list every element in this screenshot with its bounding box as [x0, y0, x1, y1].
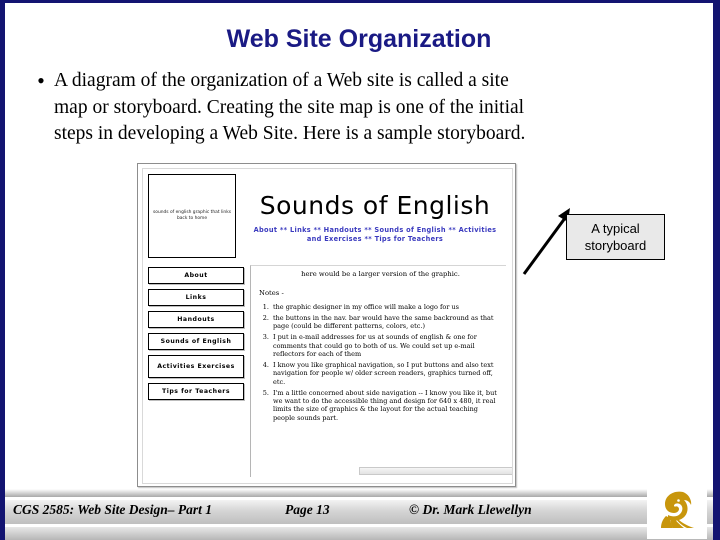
footer-course-label: CGS 2585: Web Site Design– Part 1: [13, 502, 213, 517]
storyboard-button-handouts: Handouts: [148, 311, 244, 328]
bullet-line-2: map or storyboard. Creating the site map…: [54, 96, 525, 118]
storyboard-logo-placeholder-text: sounds of english graphic that links bac…: [152, 210, 232, 221]
storyboard-nav-line-2: and Exercises ** Tips for Teachers: [306, 234, 444, 243]
slide-border-right: [713, 0, 720, 540]
storyboard-horizontal-scrollbar: [359, 467, 512, 475]
storyboard-note-3: I put in e-mail addresses for us at soun…: [271, 333, 502, 358]
storyboard-nav-line-1: About ** Links ** Handouts ** Sounds of …: [253, 225, 497, 234]
footer-page-number: Page 13: [285, 502, 330, 517]
storyboard-note-5: I'm a little concerned about side naviga…: [271, 389, 502, 423]
storyboard-screenshot: sounds of english graphic that links bac…: [137, 163, 516, 487]
footer-copyright-label: © Dr. Mark Llewellyn: [409, 502, 532, 517]
storyboard-button-about: About: [148, 267, 244, 284]
storyboard-header-right: Sounds of English About ** Links ** Hand…: [236, 174, 506, 260]
storyboard-text-nav: About ** Links ** Handouts ** Sounds of …: [244, 226, 506, 244]
storyboard-graphic-note: here would be a larger version of the gr…: [301, 270, 460, 278]
footer-band-top: [5, 489, 713, 497]
storyboard-note-4: I know you like graphical navigation, so…: [271, 361, 502, 386]
storyboard-content-column: here would be a larger version of the gr…: [250, 265, 512, 477]
storyboard-note-1: the graphic designer in my office will m…: [271, 303, 502, 311]
footer-band-bottom: [5, 527, 713, 540]
storyboard-logo-placeholder-box: sounds of english graphic that links bac…: [148, 174, 236, 258]
slide-border-top: [0, 0, 720, 3]
bullet-marker: •: [37, 68, 45, 93]
bullet-line-1: A diagram of the organization of a Web s…: [54, 70, 509, 91]
callout-label-box: A typical storyboard: [566, 214, 665, 260]
storyboard-site-title: Sounds of English: [259, 190, 491, 220]
slide-title: Web Site Organization: [226, 25, 492, 53]
storyboard-notes-list: the graphic designer in my office will m…: [259, 303, 502, 422]
footer-logo-panel: [648, 483, 706, 538]
storyboard-button-column: About Links Handouts Sounds of English A…: [148, 265, 244, 477]
storyboard-header: sounds of english graphic that links bac…: [148, 174, 506, 260]
ucf-pegasus-logo-icon: [661, 491, 694, 528]
storyboard-body: About Links Handouts Sounds of English A…: [148, 265, 512, 477]
storyboard-button-links: Links: [148, 289, 244, 306]
callout-line-1: A typical: [591, 221, 640, 236]
storyboard-button-activities-exercises: Activities Exercises: [148, 355, 244, 378]
bullet-paragraph: • A diagram of the organization of a Web…: [28, 68, 688, 148]
storyboard-page: sounds of english graphic that links bac…: [142, 168, 513, 484]
slide-border-left: [0, 0, 5, 540]
bullet-text: A diagram of the organization of a Web s…: [54, 68, 688, 148]
storyboard-button-sounds-of-english: Sounds of English: [148, 333, 244, 350]
callout-line-2: storyboard: [584, 238, 647, 253]
slide-footer: CGS 2585: Web Site Design– Part 1 Page 1…: [5, 489, 713, 540]
storyboard-note-2: the buttons in the nav. bar would have t…: [271, 314, 502, 331]
storyboard-notes-label: Notes -: [259, 289, 284, 297]
bullet-line-3: steps in developing a Web Site. Here is …: [54, 123, 526, 144]
storyboard-button-tips-for-teachers: Tips for Teachers: [148, 383, 244, 400]
presentation-slide: Web Site Organization • A diagram of the…: [0, 0, 720, 540]
